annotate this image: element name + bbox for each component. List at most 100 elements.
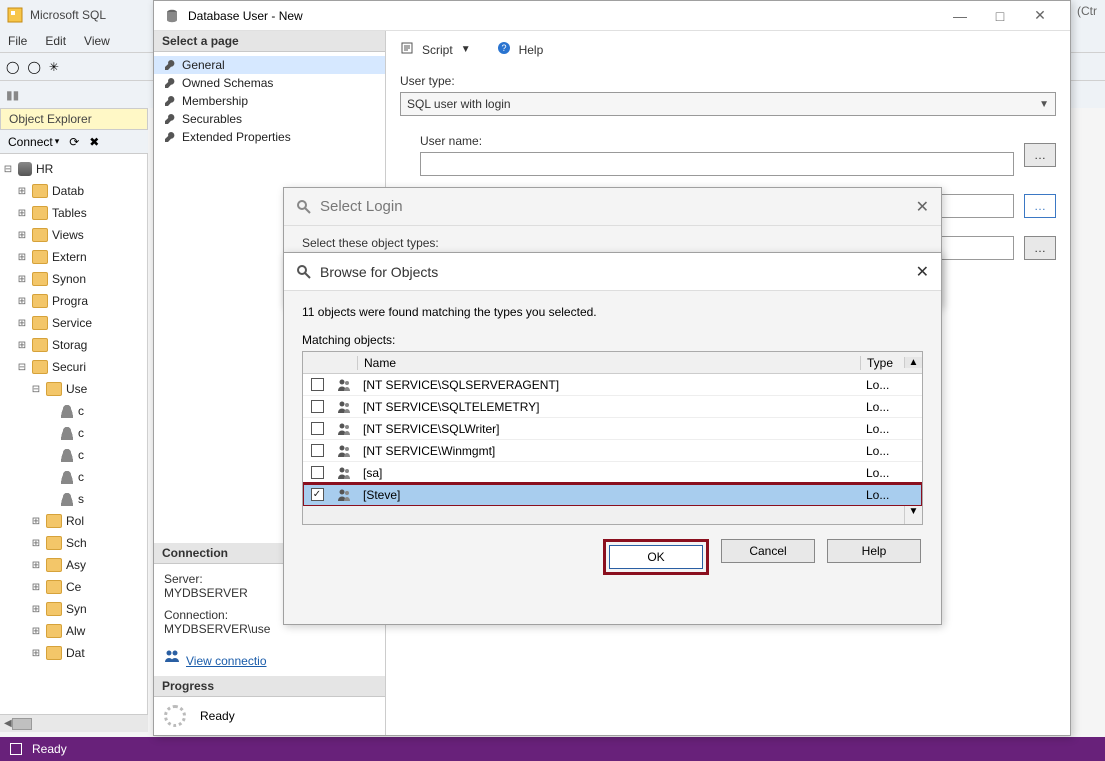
table-row[interactable]: [NT SERVICE\SQLSERVERAGENT]Lo... <box>303 374 922 396</box>
cancel-button[interactable]: Cancel <box>721 539 815 563</box>
nav-back-icon[interactable]: ◯ <box>6 60 19 74</box>
tree-user[interactable]: s <box>78 492 84 506</box>
help-button[interactable]: Help <box>827 539 921 563</box>
tree-item[interactable]: Storag <box>52 338 87 352</box>
nav-fwd-icon[interactable]: ◯ <box>27 60 40 74</box>
user-name-input[interactable] <box>420 152 1014 176</box>
tree-item[interactable]: Datab <box>52 184 84 198</box>
folder-icon <box>32 338 48 352</box>
browse-for-objects-dialog: Browse for Objects ✕ 11 objects were fou… <box>283 252 942 625</box>
close-button[interactable]: ✕ <box>1020 7 1060 24</box>
tree-user[interactable]: c <box>78 448 84 462</box>
tree-item[interactable]: Tables <box>52 206 87 220</box>
tree-item[interactable]: Extern <box>52 250 87 264</box>
row-checkbox[interactable] <box>311 400 324 413</box>
status-indicator-icon <box>10 743 22 755</box>
page-extended-properties[interactable]: Extended Properties <box>154 128 385 146</box>
app-title: Microsoft SQL <box>30 8 106 22</box>
refresh-icon[interactable]: ⟳ <box>69 135 79 149</box>
row-name: [sa] <box>357 466 860 480</box>
tree-item[interactable]: Progra <box>52 294 88 308</box>
shortcut-hint: (Ctr <box>1077 4 1097 18</box>
login-icon <box>337 444 351 458</box>
browse-title: Browse for Objects <box>320 264 438 280</box>
tree-item[interactable]: Asy <box>66 558 86 572</box>
tree-user[interactable]: c <box>78 404 84 418</box>
folder-icon <box>32 360 48 374</box>
maximize-button[interactable]: □ <box>980 8 1020 24</box>
tree-item[interactable]: Use <box>66 382 87 396</box>
folder-icon <box>32 228 48 242</box>
folder-icon <box>32 316 48 330</box>
login-icon <box>337 400 351 414</box>
wrench-icon <box>164 95 176 107</box>
scroll-down-icon[interactable]: ▼ <box>904 506 922 524</box>
connect-button[interactable]: Connect▾ <box>8 135 59 149</box>
row-checkbox[interactable] <box>311 488 324 501</box>
chevron-down-icon[interactable]: ▼ <box>461 44 471 55</box>
page-owned-schemas[interactable]: Owned Schemas <box>154 74 385 92</box>
page-membership[interactable]: Membership <box>154 92 385 110</box>
new-query-icon[interactable]: ✳ <box>49 60 59 74</box>
help-button[interactable]: Help <box>519 43 544 57</box>
table-row[interactable]: [NT SERVICE\SQLTELEMETRY]Lo... <box>303 396 922 418</box>
tree-item[interactable]: Sch <box>66 536 87 550</box>
tree-item[interactable]: Securi <box>52 360 86 374</box>
objects-found-summary: 11 objects were found matching the types… <box>302 305 923 319</box>
user-type-label: User type: <box>400 74 1056 88</box>
scrollbar-thumb[interactable] <box>12 718 32 730</box>
tree-item[interactable]: Views <box>52 228 84 242</box>
scroll-up-icon[interactable]: ▲ <box>904 357 922 368</box>
tree-item[interactable]: Service <box>52 316 92 330</box>
debug-icon[interactable]: ▮▮ <box>6 88 19 102</box>
ok-button[interactable]: OK <box>609 545 703 569</box>
folder-icon <box>32 250 48 264</box>
row-checkbox[interactable] <box>311 444 324 457</box>
tree-item[interactable]: Ce <box>66 580 81 594</box>
script-button[interactable]: Script <box>422 43 453 57</box>
people-icon <box>164 650 180 665</box>
folder-icon <box>46 602 62 616</box>
database-icon <box>18 162 32 176</box>
wrench-icon <box>164 113 176 125</box>
row-checkbox[interactable] <box>311 378 324 391</box>
page-securables[interactable]: Securables <box>154 110 385 128</box>
close-button[interactable]: ✕ <box>916 197 929 217</box>
tree-item[interactable]: Alw <box>66 624 85 638</box>
login-name-browse-button[interactable]: … <box>1024 194 1056 218</box>
filter-icon[interactable]: ✖ <box>89 135 99 149</box>
row-checkbox[interactable] <box>311 466 324 479</box>
folder-icon <box>32 294 48 308</box>
row-checkbox[interactable] <box>311 422 324 435</box>
default-schema-browse-button[interactable]: … <box>1024 236 1056 260</box>
tree-item[interactable]: Rol <box>66 514 84 528</box>
object-explorer-tree[interactable]: ⊟HR ⊞Datab ⊞Tables ⊞Views ⊞Extern ⊞Synon… <box>0 154 148 714</box>
tree-db-hr[interactable]: HR <box>36 162 53 176</box>
user-name-browse-button[interactable]: … <box>1024 143 1056 167</box>
table-row[interactable]: [NT SERVICE\Winmgmt]Lo... <box>303 440 922 462</box>
column-header-type[interactable]: Type <box>860 356 904 370</box>
view-connection-link[interactable]: View connectio <box>186 654 267 668</box>
page-general[interactable]: General <box>154 56 385 74</box>
close-button[interactable]: ✕ <box>916 262 929 282</box>
tree-user[interactable]: c <box>78 470 84 484</box>
table-row[interactable]: [Steve]Lo... <box>303 484 922 506</box>
folder-icon <box>46 382 62 396</box>
select-login-title: Select Login <box>320 198 403 215</box>
folder-icon <box>46 536 62 550</box>
minimize-button[interactable]: — <box>940 8 980 24</box>
table-row[interactable]: [sa]Lo... <box>303 462 922 484</box>
menu-edit[interactable]: Edit <box>45 34 66 48</box>
tree-item[interactable]: Synon <box>52 272 86 286</box>
menu-file[interactable]: File <box>8 34 27 48</box>
user-type-combobox[interactable]: SQL user with login ▼ <box>400 92 1056 116</box>
user-icon <box>60 426 74 440</box>
tree-item[interactable]: Dat <box>66 646 85 660</box>
row-type: Lo... <box>860 378 904 392</box>
column-header-name[interactable]: Name <box>357 356 860 370</box>
tree-item[interactable]: Syn <box>66 602 87 616</box>
tree-user[interactable]: c <box>78 426 84 440</box>
menu-view[interactable]: View <box>84 34 110 48</box>
row-name: [NT SERVICE\SQLWriter] <box>357 422 860 436</box>
table-row[interactable]: [NT SERVICE\SQLWriter]Lo... <box>303 418 922 440</box>
